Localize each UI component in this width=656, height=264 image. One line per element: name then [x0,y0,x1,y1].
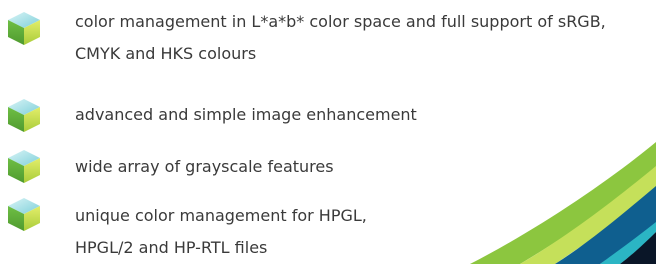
decorative-swoosh [470,142,656,264]
